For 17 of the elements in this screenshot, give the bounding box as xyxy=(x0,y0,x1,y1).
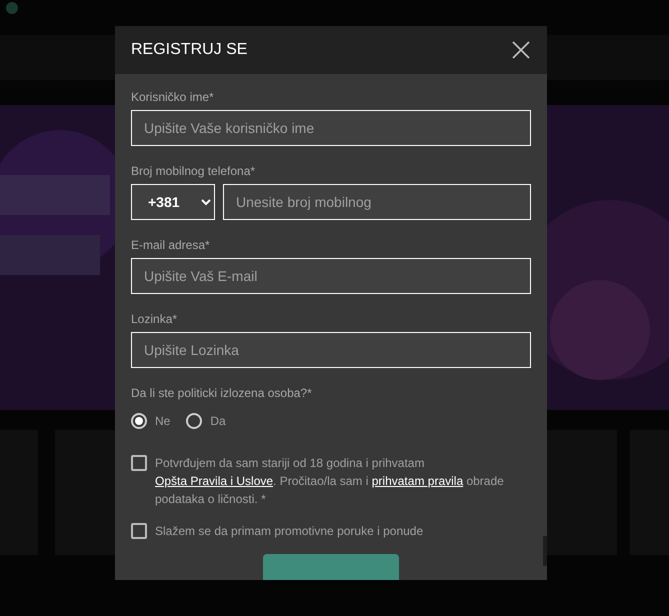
consent-text: Slažem se da primam promotivne poruke i ponude xyxy=(155,523,424,540)
input-field[interactable]: Upišite Vaš E-mail xyxy=(131,258,531,294)
radio-label: Ne xyxy=(155,413,170,430)
input-field[interactable]: Upišite Vaše korisničko ime xyxy=(131,110,531,146)
field-label: Lozinka* xyxy=(131,312,178,326)
country-code-select[interactable]: +381 xyxy=(131,184,215,220)
password-field[interactable]: Upišite Lozinka xyxy=(131,332,531,368)
dialog-title: REGISTRUJ SE xyxy=(131,40,248,60)
question-label: Da li ste politicki izlozena osoba?* xyxy=(131,386,313,400)
consent-text: Potvrđujem da sam stariji od 18 godina i prihvatam Opšta Pravila i Uslove. Pročitao/la sam i prihvatam pravila obrade podataka o ličnosti. * xyxy=(155,455,505,508)
terms-link[interactable]: Opšta Pravila i Uslove xyxy=(155,474,274,488)
field-label: E-mail adresa* xyxy=(131,238,211,252)
field-label: Korisničko ime* xyxy=(131,90,215,104)
phone-field[interactable]: Unesite broj mobilnog xyxy=(223,184,531,220)
radio-label: Da xyxy=(210,413,226,430)
terms-link[interactable]: prihvatam pravila xyxy=(372,474,464,488)
field-label: Broj mobilnog telefona* xyxy=(131,164,256,178)
